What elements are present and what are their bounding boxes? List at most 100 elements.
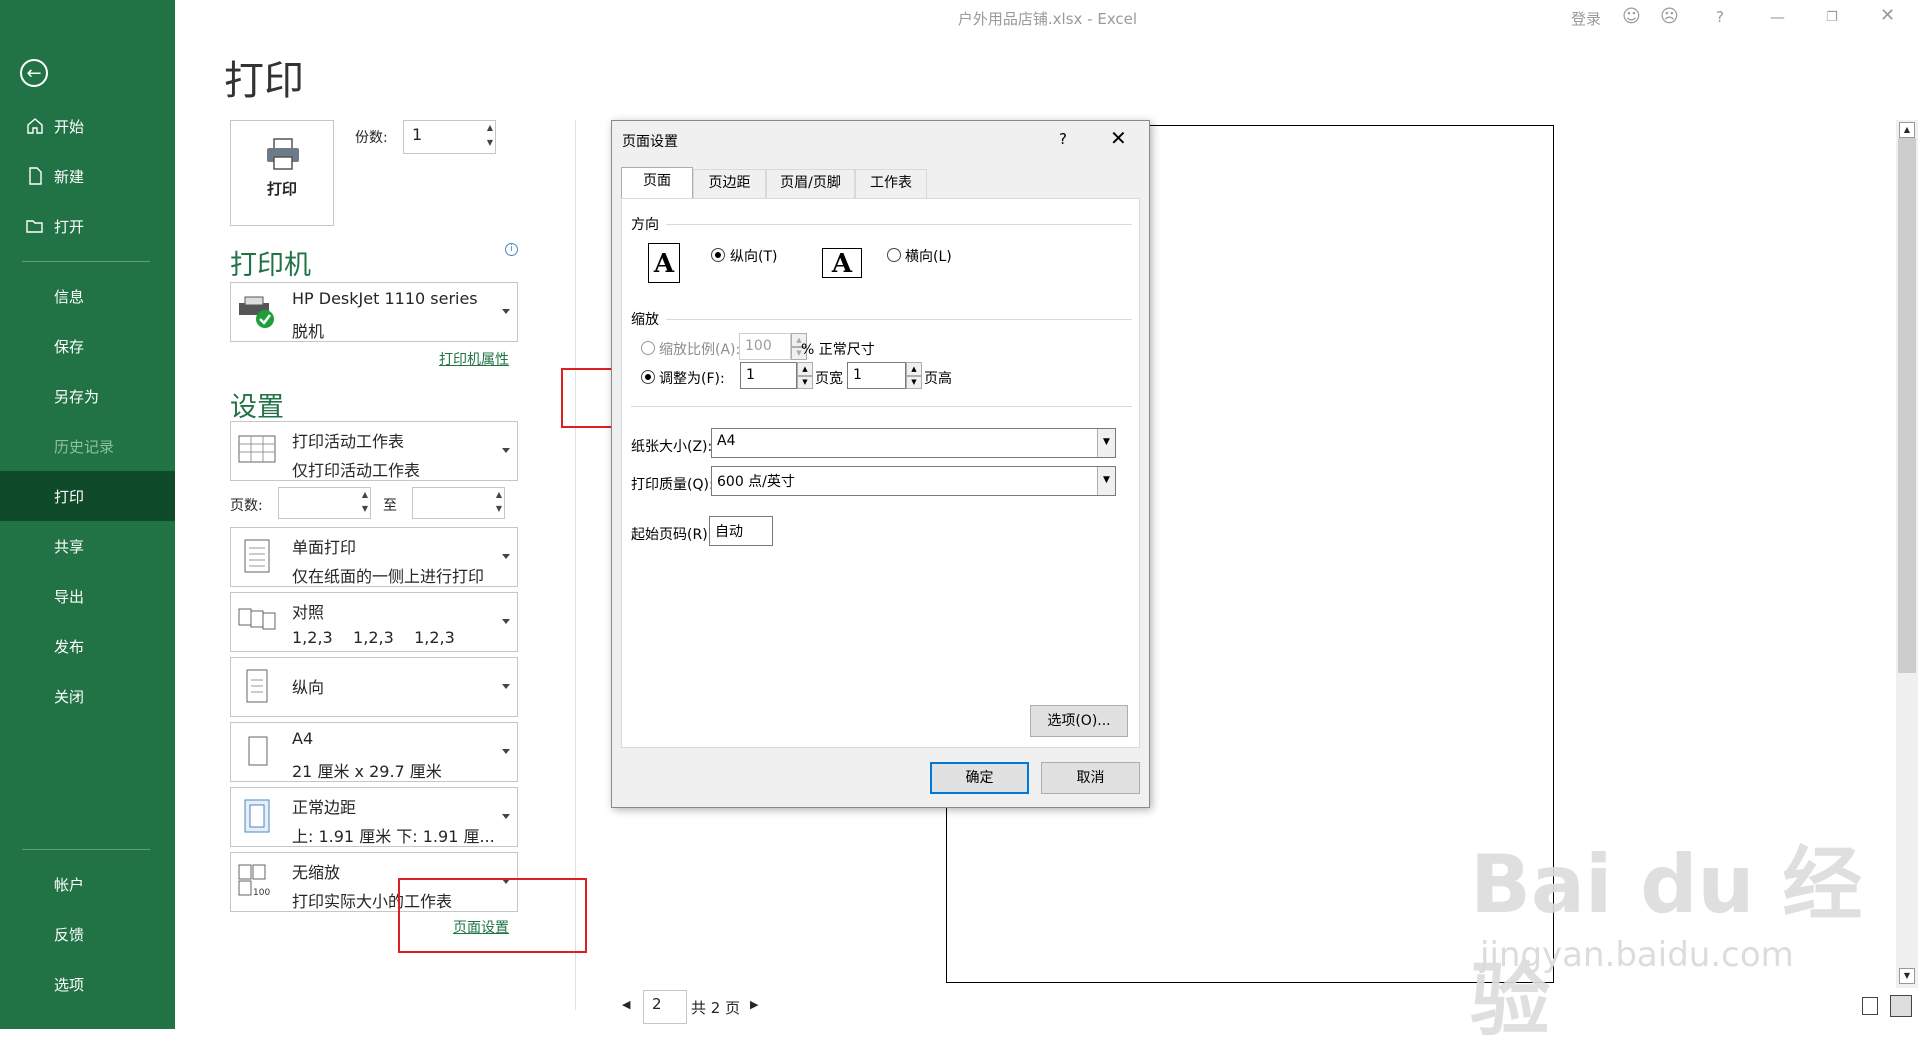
ok-button[interactable]: 确定 bbox=[930, 762, 1029, 794]
options-button[interactable]: 选项(O)... bbox=[1030, 705, 1128, 737]
adjust-percent-input: 100 bbox=[739, 333, 791, 360]
page-setup-dialog: 页面设置 ? ✕ 页面 页边距 页眉/页脚 工作表 方向 A 纵向(T) A 横… bbox=[611, 120, 1150, 808]
info-icon[interactable]: i bbox=[505, 243, 518, 256]
spin-up-icon[interactable]: ▲ bbox=[496, 490, 502, 499]
folder-icon bbox=[26, 220, 43, 233]
nav-export[interactable]: 导出 bbox=[0, 571, 175, 621]
setting-print-what[interactable]: 打印活动工作表 仅打印活动工作表 bbox=[230, 421, 518, 481]
chevron-down-icon[interactable]: ▼ bbox=[1097, 467, 1115, 495]
nav-open[interactable]: 打开 bbox=[0, 201, 175, 251]
fit-to-label[interactable]: 调整为(F): bbox=[659, 368, 725, 388]
tab-panel-page: 方向 A 纵向(T) A 横向(L) 缩放 缩放比例(A): 100 ▲ ▼ %… bbox=[621, 198, 1140, 748]
spin-down-icon[interactable]: ▼ bbox=[906, 376, 922, 389]
spin-up-icon[interactable]: ▲ bbox=[362, 490, 368, 499]
setting-desc: 仅在纸面的一侧上进行打印 bbox=[292, 567, 485, 586]
tab-margins[interactable]: 页边距 bbox=[693, 169, 766, 198]
nav-info[interactable]: 信息 bbox=[0, 271, 175, 321]
setting-orientation[interactable]: 纵向 bbox=[230, 657, 518, 717]
nav-label: 历史记录 bbox=[54, 437, 115, 456]
signin-link[interactable]: 登录 bbox=[1571, 8, 1601, 29]
pages-to-input[interactable]: ▲ ▼ bbox=[412, 487, 505, 519]
preview-scrollbar[interactable]: ▲ ▼ bbox=[1896, 120, 1918, 988]
spin-down-icon[interactable]: ▼ bbox=[496, 504, 502, 513]
nav-print[interactable]: 打印 bbox=[0, 471, 175, 521]
landscape-icon: A bbox=[822, 248, 862, 279]
setting-sides[interactable]: 单面打印 仅在纸面的一侧上进行打印 bbox=[230, 527, 518, 587]
help-icon[interactable]: ? bbox=[1716, 8, 1724, 26]
paper-size-label: 纸张大小(Z): bbox=[631, 439, 713, 455]
pages-from-input[interactable]: ▲ ▼ bbox=[278, 487, 371, 519]
nav-options[interactable]: 选项 bbox=[0, 959, 175, 1009]
page-title: 打印 bbox=[224, 58, 304, 104]
close-icon[interactable]: ✕ bbox=[1880, 5, 1895, 26]
fit-to-radio[interactable] bbox=[641, 370, 655, 384]
fit-pages-tall-input[interactable]: 1 bbox=[847, 362, 906, 389]
fit-pages-wide-input[interactable]: 1 bbox=[740, 362, 797, 389]
spin-up-icon[interactable]: ▲ bbox=[487, 123, 493, 132]
prev-page-icon[interactable]: ◀ bbox=[622, 998, 630, 1011]
spin-down-icon[interactable]: ▼ bbox=[362, 504, 368, 513]
single-sided-icon bbox=[244, 539, 270, 573]
settings-heading: 设置 bbox=[230, 392, 284, 423]
nav-feedback[interactable]: 反馈 bbox=[0, 909, 175, 959]
adjust-to-radio[interactable] bbox=[641, 341, 655, 355]
nav-share[interactable]: 共享 bbox=[0, 521, 175, 571]
spin-up-icon[interactable]: ▲ bbox=[906, 362, 922, 376]
restore-icon[interactable]: ❐ bbox=[1826, 10, 1838, 25]
nav-close[interactable]: 关闭 bbox=[0, 671, 175, 721]
setting-margins[interactable]: 正常边距 上: 1.91 厘米 下: 1.91 厘... bbox=[230, 787, 518, 847]
portrait-radio[interactable] bbox=[711, 248, 725, 262]
spin-up-icon[interactable]: ▲ bbox=[797, 362, 813, 376]
spin-down-icon[interactable]: ▼ bbox=[487, 138, 493, 147]
nav-label: 保存 bbox=[54, 337, 85, 356]
paper-icon bbox=[248, 736, 268, 766]
paper-size-select[interactable]: A4 ▼ bbox=[711, 428, 1116, 458]
chevron-down-icon bbox=[502, 619, 510, 624]
copies-stepper[interactable]: 1 ▲ ▼ bbox=[403, 120, 496, 154]
group-divider bbox=[666, 224, 1132, 225]
dialog-close-icon[interactable]: ✕ bbox=[1110, 126, 1127, 150]
tab-page[interactable]: 页面 bbox=[621, 167, 693, 199]
setting-title: 打印活动工作表 bbox=[292, 432, 405, 451]
minimize-icon[interactable]: — bbox=[1770, 8, 1785, 26]
printer-properties-link[interactable]: 打印机属性 bbox=[439, 349, 509, 369]
scroll-thumb[interactable] bbox=[1898, 138, 1916, 673]
first-page-input[interactable]: 自动 bbox=[709, 516, 773, 546]
print-button[interactable]: 打印 bbox=[230, 120, 334, 226]
orientation-group-label: 方向 bbox=[631, 217, 659, 233]
scroll-up-icon[interactable]: ▲ bbox=[1899, 122, 1915, 138]
page-number-input[interactable]: 2 bbox=[643, 990, 687, 1024]
nav-save[interactable]: 保存 bbox=[0, 321, 175, 371]
setting-paper-size[interactable]: A4 21 厘米 x 29.7 厘米 bbox=[230, 722, 518, 782]
show-margins-icon[interactable] bbox=[1862, 997, 1878, 1015]
spin-down-icon[interactable]: ▼ bbox=[797, 376, 813, 389]
print-quality-select[interactable]: 600 点/英寸 ▼ bbox=[711, 466, 1116, 496]
cancel-button[interactable]: 取消 bbox=[1041, 762, 1140, 794]
tab-sheet[interactable]: 工作表 bbox=[855, 169, 927, 198]
print-quality-label: 打印质量(Q): bbox=[631, 477, 714, 493]
dialog-help-icon[interactable]: ? bbox=[1059, 130, 1067, 148]
nav-account[interactable]: 帐户 bbox=[0, 859, 175, 909]
landscape-label[interactable]: 横向(L) bbox=[905, 246, 952, 266]
nav-new[interactable]: 新建 bbox=[0, 151, 175, 201]
next-page-icon[interactable]: ▶ bbox=[750, 998, 758, 1011]
portrait-icon bbox=[246, 669, 268, 703]
nav-label: 信息 bbox=[54, 287, 85, 306]
chevron-down-icon[interactable]: ▼ bbox=[1097, 429, 1115, 457]
printer-dropdown[interactable]: HP DeskJet 1110 series 脱机 bbox=[230, 282, 518, 342]
nav-label: 选项 bbox=[54, 975, 85, 994]
frown-icon[interactable]: ☹ bbox=[1660, 6, 1679, 27]
printer-name: HP DeskJet 1110 series bbox=[292, 289, 478, 308]
setting-collate[interactable]: 对照 1,2,3 1,2,3 1,2,3 bbox=[230, 592, 518, 652]
nav-publish[interactable]: 发布 bbox=[0, 621, 175, 671]
nav-home[interactable]: 开始 bbox=[0, 101, 175, 151]
portrait-label[interactable]: 纵向(T) bbox=[730, 246, 777, 266]
scroll-down-icon[interactable]: ▼ bbox=[1899, 968, 1915, 984]
landscape-radio[interactable] bbox=[887, 248, 901, 262]
nav-save-as[interactable]: 另存为 bbox=[0, 371, 175, 421]
back-arrow-icon[interactable]: ← bbox=[20, 59, 48, 87]
zoom-to-page-icon[interactable] bbox=[1890, 995, 1912, 1017]
setting-title: 无缩放 bbox=[292, 863, 341, 882]
smile-icon[interactable]: ☺ bbox=[1622, 6, 1641, 27]
tab-header-footer[interactable]: 页眉/页脚 bbox=[766, 169, 855, 198]
